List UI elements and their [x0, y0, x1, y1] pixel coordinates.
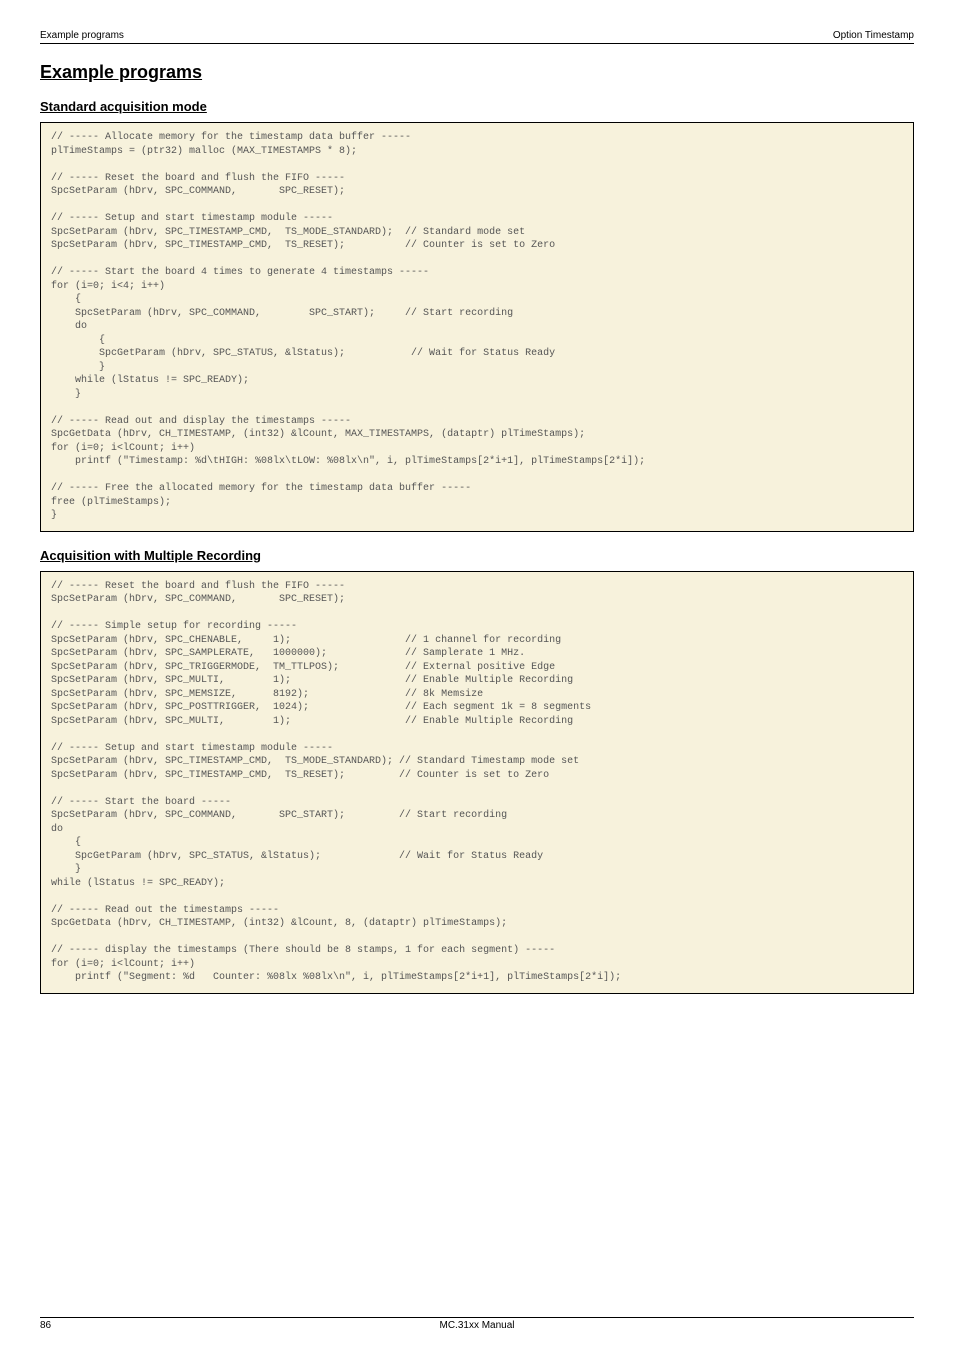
- footer-center: MC.31xx Manual: [40, 1320, 914, 1331]
- header-left: Example programs: [40, 30, 124, 41]
- header-right: Option Timestamp: [833, 30, 914, 41]
- section2-code: // ----- Reset the board and flush the F…: [40, 571, 914, 994]
- page-header: Example programs Option Timestamp: [40, 30, 914, 44]
- section1-code: // ----- Allocate memory for the timesta…: [40, 122, 914, 532]
- section1-heading: Standard acquisition mode: [40, 99, 914, 114]
- footer-page: 86: [40, 1320, 51, 1331]
- section2-heading: Acquisition with Multiple Recording: [40, 548, 914, 563]
- page-footer: 86 MC.31xx Manual: [40, 1317, 914, 1331]
- page-title: Example programs: [40, 62, 914, 83]
